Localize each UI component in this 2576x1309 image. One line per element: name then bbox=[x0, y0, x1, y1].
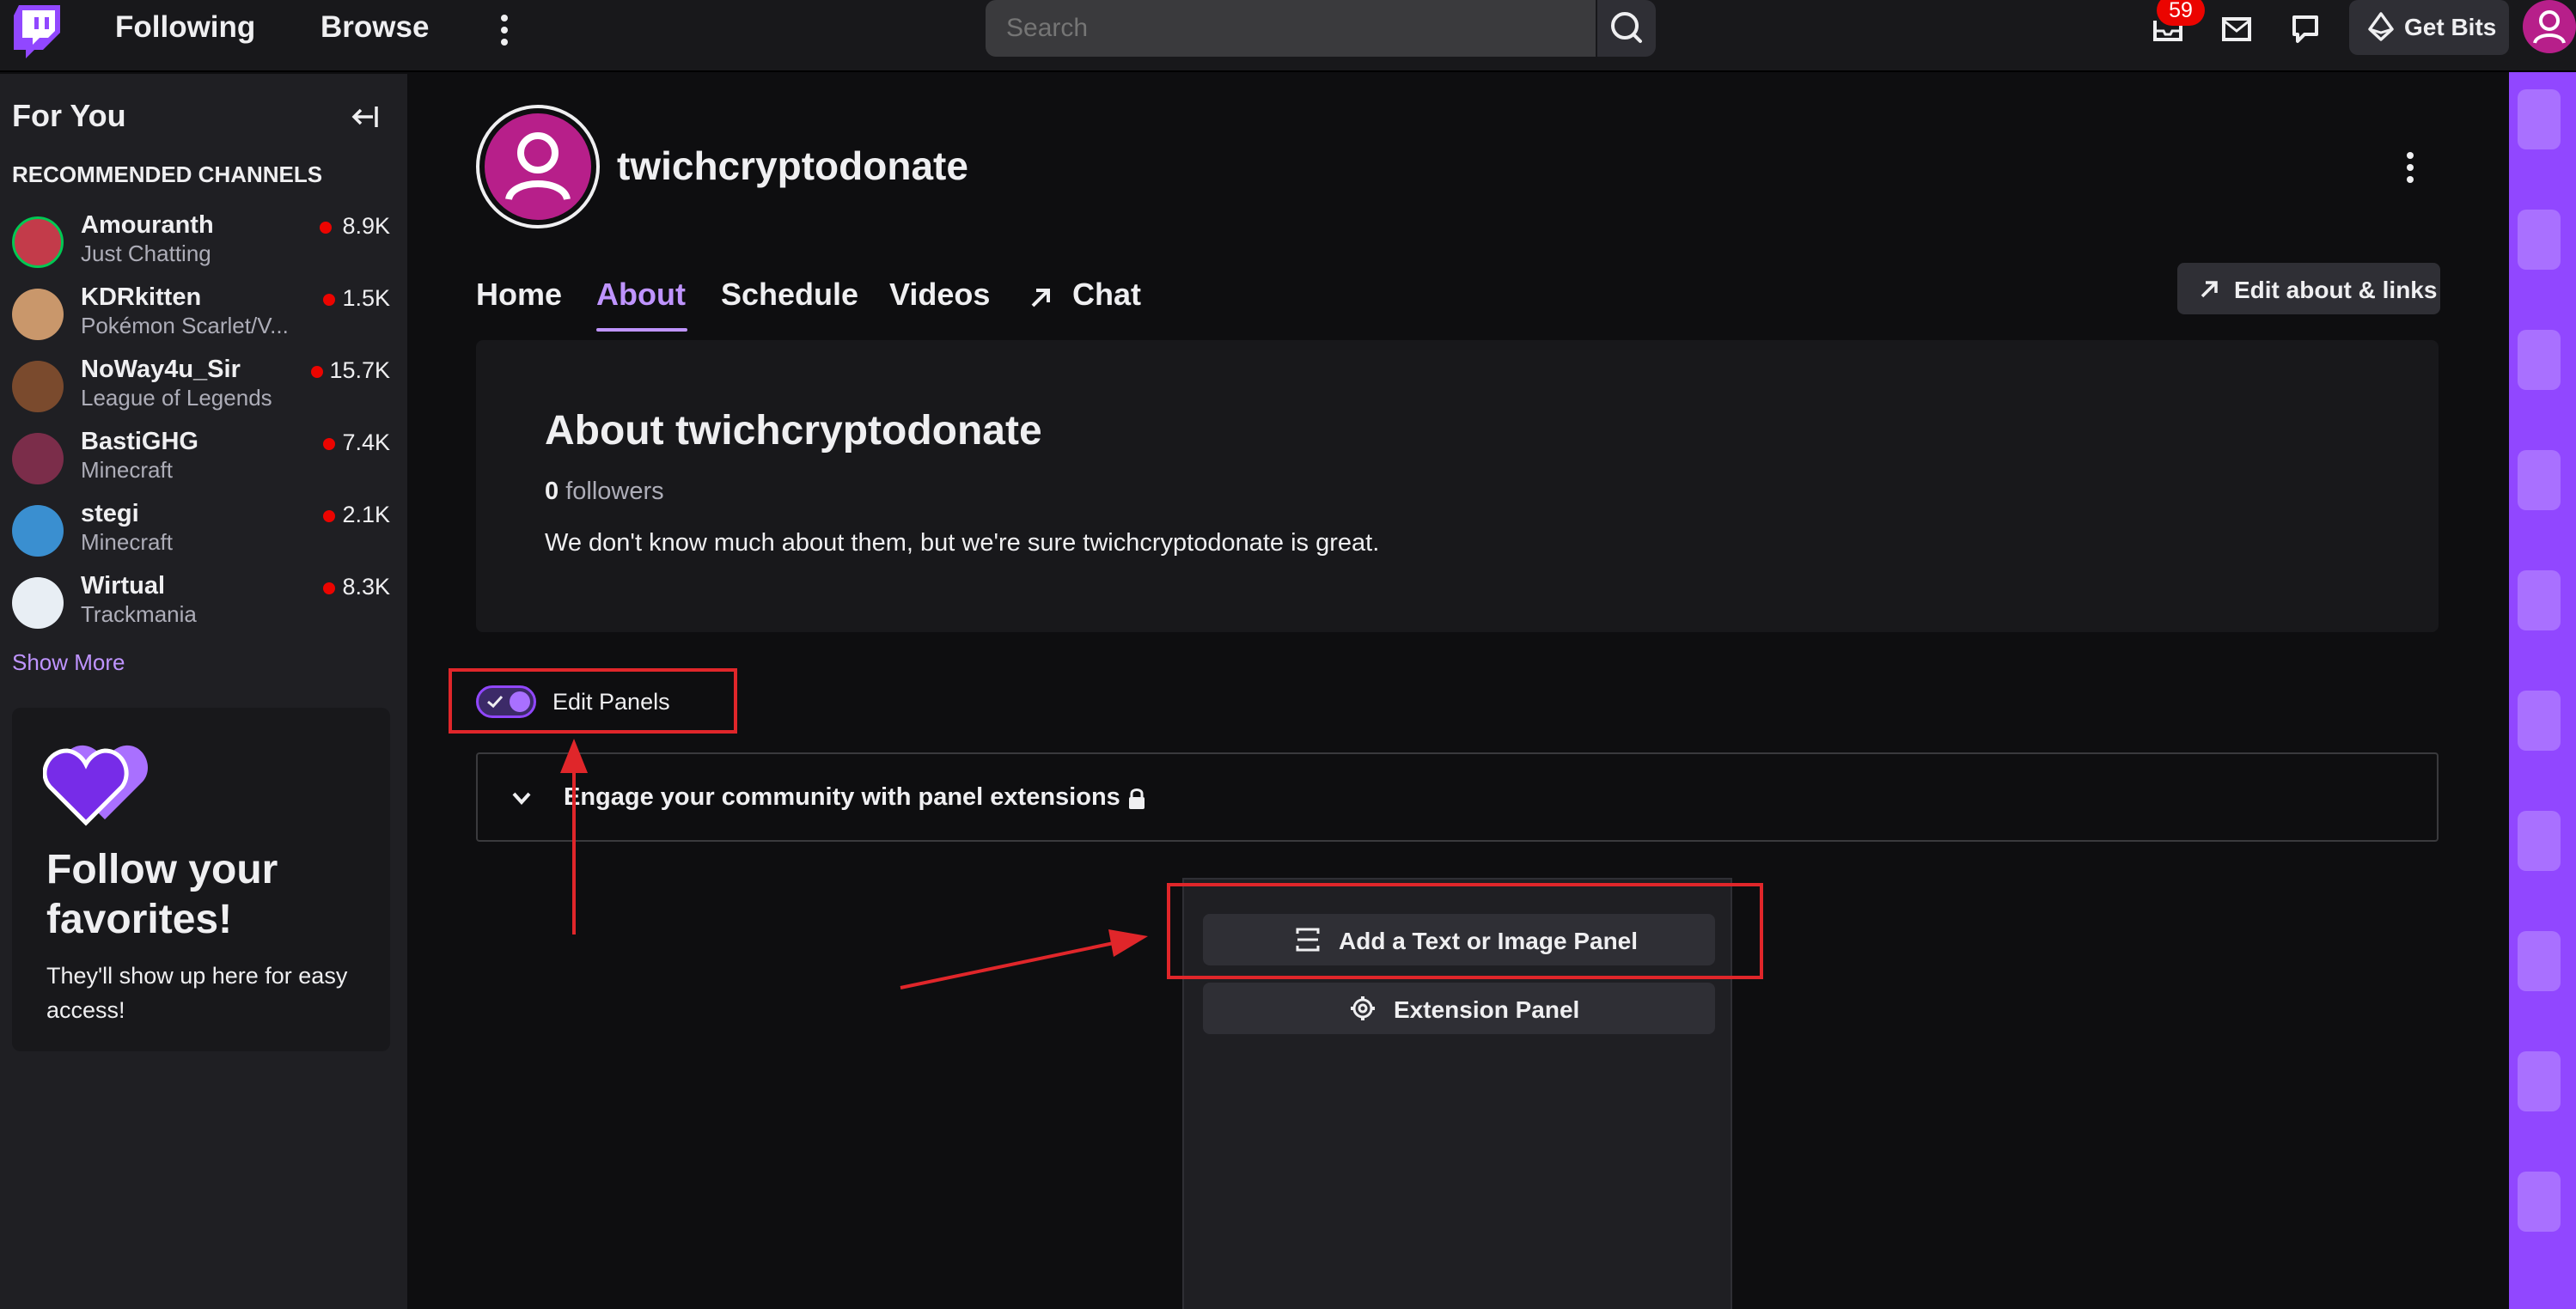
edit-about-links-label: Edit about & links bbox=[2234, 277, 2438, 303]
sidebar-channel-item[interactable]: BastiGHG Minecraft 7.4K bbox=[0, 428, 407, 500]
hearts-icon bbox=[43, 745, 149, 826]
tab-about[interactable]: About bbox=[596, 277, 686, 313]
live-indicator-icon bbox=[323, 510, 335, 522]
extension-panel-button[interactable]: Extension Panel bbox=[1203, 983, 1715, 1034]
channel-avatar bbox=[12, 433, 64, 484]
annotation-highlight-box bbox=[449, 668, 737, 734]
viewer-count: 1.5K bbox=[342, 285, 390, 311]
recommended-channels-heading: RECOMMENDED CHANNELS bbox=[12, 161, 323, 187]
sidebar-channel-item[interactable]: Amouranth Just Chatting 8.9K bbox=[0, 211, 407, 283]
channel-avatar bbox=[12, 289, 64, 340]
bits-gem-icon bbox=[2368, 12, 2394, 41]
channel-avatar bbox=[12, 505, 64, 557]
follow-favorites-card: Follow your favorites! They'll show up h… bbox=[12, 708, 390, 1051]
viewer-count: 7.4K bbox=[342, 429, 390, 455]
follow-favorites-subtitle: They'll show up here for easy access! bbox=[46, 963, 348, 1023]
tab-schedule[interactable]: Schedule bbox=[721, 277, 858, 313]
user-icon bbox=[505, 132, 571, 201]
live-indicator-icon bbox=[320, 222, 332, 234]
channel-game: Minecraft bbox=[81, 529, 173, 555]
get-bits-button[interactable]: Get Bits bbox=[2349, 0, 2509, 55]
more-options-icon[interactable] bbox=[491, 10, 517, 50]
get-bits-label: Get Bits bbox=[2404, 14, 2497, 40]
sidebar-channel-item[interactable]: KDRkitten Pokémon Scarlet/V... 1.5K bbox=[0, 283, 407, 356]
channel-avatar bbox=[12, 577, 64, 629]
sidebar-channel-item[interactable]: NoWay4u_Sir League of Legends 15.7K bbox=[0, 356, 407, 428]
channel-game: Trackmania bbox=[81, 601, 197, 627]
channel-avatar-large[interactable] bbox=[476, 105, 600, 228]
followers-number: 0 bbox=[545, 478, 559, 505]
channel-name: KDRkitten bbox=[81, 283, 202, 311]
followers-count: 0 followers bbox=[545, 478, 664, 506]
chevron-down-icon bbox=[512, 792, 531, 805]
channel-game: League of Legends bbox=[81, 385, 272, 411]
live-indicator-icon bbox=[323, 294, 335, 306]
channel-avatar bbox=[12, 216, 64, 268]
viewer-count: 2.1K bbox=[342, 502, 390, 527]
sidebar-for-you-title: For You bbox=[12, 98, 126, 133]
left-sidebar: For You RECOMMENDED CHANNELS Amouranth J… bbox=[0, 74, 407, 1309]
active-tab-underline bbox=[596, 328, 687, 332]
notification-count-badge: 59 bbox=[2157, 0, 2205, 26]
user-icon bbox=[2533, 10, 2566, 44]
tab-videos[interactable]: Videos bbox=[889, 277, 990, 313]
extension-panel-label: Extension Panel bbox=[1394, 996, 1580, 1023]
about-card: About twichcryptodonate 0 followers We d… bbox=[476, 340, 2439, 632]
banner-pattern-icon bbox=[2518, 89, 2561, 1232]
live-indicator-icon bbox=[323, 582, 335, 594]
live-indicator-icon bbox=[311, 366, 323, 378]
channel-banner-strip bbox=[2509, 72, 2576, 1309]
collapse-sidebar-icon[interactable] bbox=[347, 100, 382, 134]
search-icon bbox=[1611, 12, 1642, 43]
sidebar-channel-item[interactable]: Wirtual Trackmania 8.3K bbox=[0, 572, 407, 644]
channel-more-options-icon[interactable] bbox=[2397, 148, 2423, 187]
channel-game: Minecraft bbox=[81, 457, 173, 483]
channel-name-title: twichcryptodonate bbox=[617, 143, 968, 188]
nav-following-link[interactable]: Following bbox=[115, 10, 255, 45]
panel-extensions-accordion[interactable]: Engage your community with panel extensi… bbox=[476, 752, 2439, 842]
user-avatar[interactable] bbox=[2523, 0, 2576, 53]
lock-icon bbox=[1129, 788, 1145, 809]
live-indicator-icon bbox=[323, 438, 335, 450]
about-description: We don't know much about them, but we're… bbox=[545, 529, 1380, 557]
channel-name: NoWay4u_Sir bbox=[81, 356, 241, 383]
whispers-icon[interactable] bbox=[2286, 9, 2325, 48]
popout-arrow-icon bbox=[1031, 289, 1050, 307]
search-input[interactable] bbox=[986, 0, 1596, 57]
annotation-highlight-box bbox=[1167, 883, 1763, 979]
twitch-logo-icon[interactable] bbox=[14, 5, 60, 58]
inbox-icon[interactable] bbox=[2217, 9, 2256, 48]
nav-browse-link[interactable]: Browse bbox=[320, 10, 429, 45]
channel-avatar bbox=[12, 361, 64, 412]
panel-extensions-label: Engage your community with panel extensi… bbox=[564, 783, 1120, 811]
channel-game: Pokémon Scarlet/V... bbox=[81, 313, 289, 338]
channel-name: Amouranth bbox=[81, 211, 214, 239]
gear-icon bbox=[1351, 996, 1375, 1020]
followers-label: followers bbox=[565, 478, 664, 505]
show-more-link[interactable]: Show More bbox=[12, 649, 125, 676]
channel-name: BastiGHG bbox=[81, 428, 198, 455]
channel-name: stegi bbox=[81, 500, 139, 527]
top-nav-bar: Following Browse 59 Get Bits bbox=[0, 0, 2576, 72]
viewer-count: 8.3K bbox=[342, 574, 390, 600]
about-title: About twichcryptodonate bbox=[545, 408, 1042, 454]
arrow-up-right-icon bbox=[2201, 281, 2218, 298]
tab-chat[interactable]: Chat bbox=[1072, 277, 1141, 313]
channel-name: Wirtual bbox=[81, 572, 166, 600]
follow-favorites-title: Follow your favorites! bbox=[46, 847, 278, 942]
annotation-arrow-right bbox=[900, 929, 1148, 989]
viewer-count: 8.9K bbox=[342, 213, 390, 239]
search-button[interactable] bbox=[1597, 0, 1656, 57]
viewer-count: 15.7K bbox=[329, 357, 390, 383]
edit-about-links-button[interactable]: Edit about & links bbox=[2177, 263, 2440, 314]
channel-game: Just Chatting bbox=[81, 240, 211, 266]
tab-home[interactable]: Home bbox=[476, 277, 562, 313]
sidebar-channel-item[interactable]: stegi Minecraft 2.1K bbox=[0, 500, 407, 572]
